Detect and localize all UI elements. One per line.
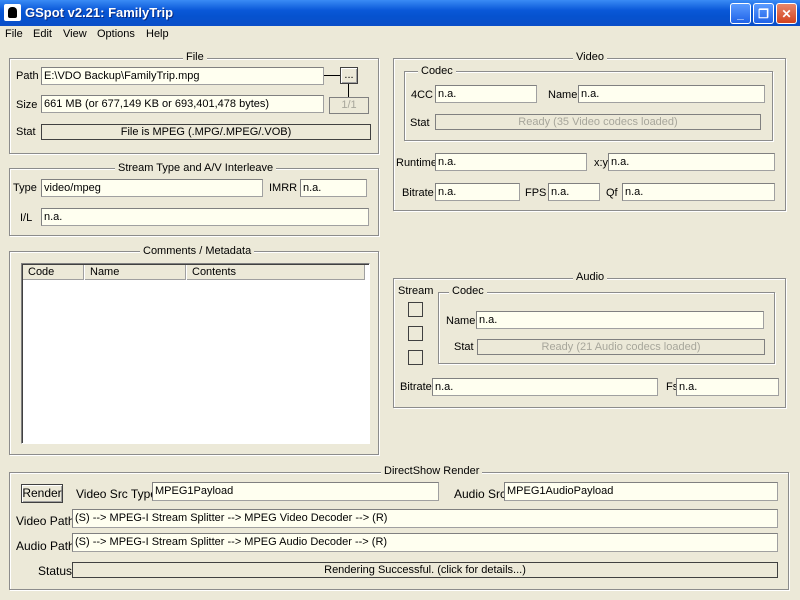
column-header-contents[interactable]: Contents (187, 265, 365, 280)
render-status[interactable]: Rendering Successful. (click for details… (72, 562, 778, 578)
runtime-label: Runtime (396, 157, 437, 169)
il-field[interactable]: n.a. (41, 208, 369, 226)
audio-bitrate-field[interactable]: n.a. (432, 378, 658, 396)
runtime-field[interactable]: n.a. (435, 153, 587, 171)
browse-button[interactable]: ... (340, 67, 358, 84)
qf-field[interactable]: n.a. (622, 183, 775, 201)
stream-group-label: Stream Type and A/V Interleave (115, 162, 277, 174)
xy-field[interactable]: n.a. (608, 153, 775, 171)
stream-checkbox-2[interactable] (408, 326, 423, 341)
video-path-field[interactable]: (S) --> MPEG-I Stream Splitter --> MPEG … (72, 509, 778, 528)
video-stat-label: Stat (410, 117, 430, 129)
menu-help[interactable]: Help (146, 28, 169, 40)
comments-group-label: Comments / Metadata (140, 245, 255, 257)
video-group-label: Video (573, 51, 607, 63)
video-src-type-field[interactable]: MPEG1Payload (152, 482, 439, 501)
connector-line (324, 75, 340, 76)
video-bitrate-field[interactable]: n.a. (435, 183, 520, 201)
maximize-button[interactable]: ❐ (753, 3, 774, 24)
menu-edit[interactable]: Edit (33, 28, 52, 40)
audio-stat-label: Stat (454, 341, 474, 353)
file-counter: 1/1 (329, 97, 369, 114)
menu-view[interactable]: View (63, 28, 87, 40)
status-label: Status (38, 564, 73, 578)
stream-checkbox-1[interactable] (408, 302, 423, 317)
render-button[interactable]: Render (21, 484, 63, 503)
connector-line (348, 84, 349, 98)
video-name-label: Name (548, 89, 578, 101)
column-header-code[interactable]: Code (23, 265, 84, 280)
minimize-button[interactable]: _ (730, 3, 751, 24)
audio-src-field[interactable]: MPEG1AudioPayload (504, 482, 778, 501)
column-header-name[interactable]: Name (85, 265, 186, 280)
path-label: Path (16, 70, 39, 82)
audio-codec-label: Codec (449, 285, 487, 297)
video-stat: Ready (35 Video codecs loaded) (435, 114, 761, 130)
video-path-label: Video Path (16, 514, 75, 528)
video-codec-group (404, 71, 773, 141)
stream-checkbox-3[interactable] (408, 350, 423, 365)
video-name-field[interactable]: n.a. (578, 85, 765, 103)
audio-name-label: Name (446, 315, 476, 327)
size-field[interactable]: 661 MB (or 677,149 KB or 693,401,478 byt… (41, 95, 324, 113)
stat-label: Stat (16, 126, 36, 138)
window-title: GSpot v2.21: FamilyTrip (25, 5, 174, 20)
metadata-list[interactable]: Code Name Contents (21, 263, 370, 444)
close-button[interactable]: ✕ (776, 3, 797, 24)
fourcc-field[interactable]: n.a. (435, 85, 537, 103)
audio-path-label: Audio Path (16, 539, 75, 553)
size-label: Size (16, 99, 38, 111)
imrr-label: IMRR (269, 182, 298, 194)
fps-label: FPS (525, 187, 547, 199)
audio-name-field[interactable]: n.a. (476, 311, 764, 329)
video-bitrate-label: Bitrate (402, 187, 434, 199)
path-field[interactable]: E:\VDO Backup\FamilyTrip.mpg (41, 67, 324, 85)
file-group-label: File (183, 51, 207, 63)
type-field[interactable]: video/mpeg (41, 179, 263, 197)
fs-field[interactable]: n.a. (676, 378, 779, 396)
fourcc-label: 4CC (411, 89, 434, 101)
type-label: Type (13, 182, 37, 194)
menu-options[interactable]: Options (97, 28, 135, 40)
file-stat: File is MPEG (.MPG/.MPEG/.VOB) (41, 124, 371, 140)
fps-field[interactable]: n.a. (548, 183, 600, 201)
app-icon[interactable] (4, 4, 21, 21)
audio-stat: Ready (21 Audio codecs loaded) (477, 339, 765, 355)
video-src-type-label: Video Src Type (76, 487, 157, 501)
video-codec-label: Codec (418, 65, 456, 77)
render-group-label: DirectShow Render (381, 465, 483, 477)
audio-group-label: Audio (573, 271, 608, 283)
audio-path-field[interactable]: (S) --> MPEG-I Stream Splitter --> MPEG … (72, 533, 778, 552)
audio-bitrate-label: Bitrate (400, 381, 432, 393)
menu-file[interactable]: File (5, 28, 23, 40)
stream-label: Stream (398, 285, 434, 297)
imrr-field[interactable]: n.a. (300, 179, 367, 197)
qf-label: Qf (606, 187, 618, 199)
il-label: I/L (20, 212, 33, 224)
audio-src-label: Audio Src (454, 487, 507, 501)
xy-label: x:y (594, 157, 609, 169)
